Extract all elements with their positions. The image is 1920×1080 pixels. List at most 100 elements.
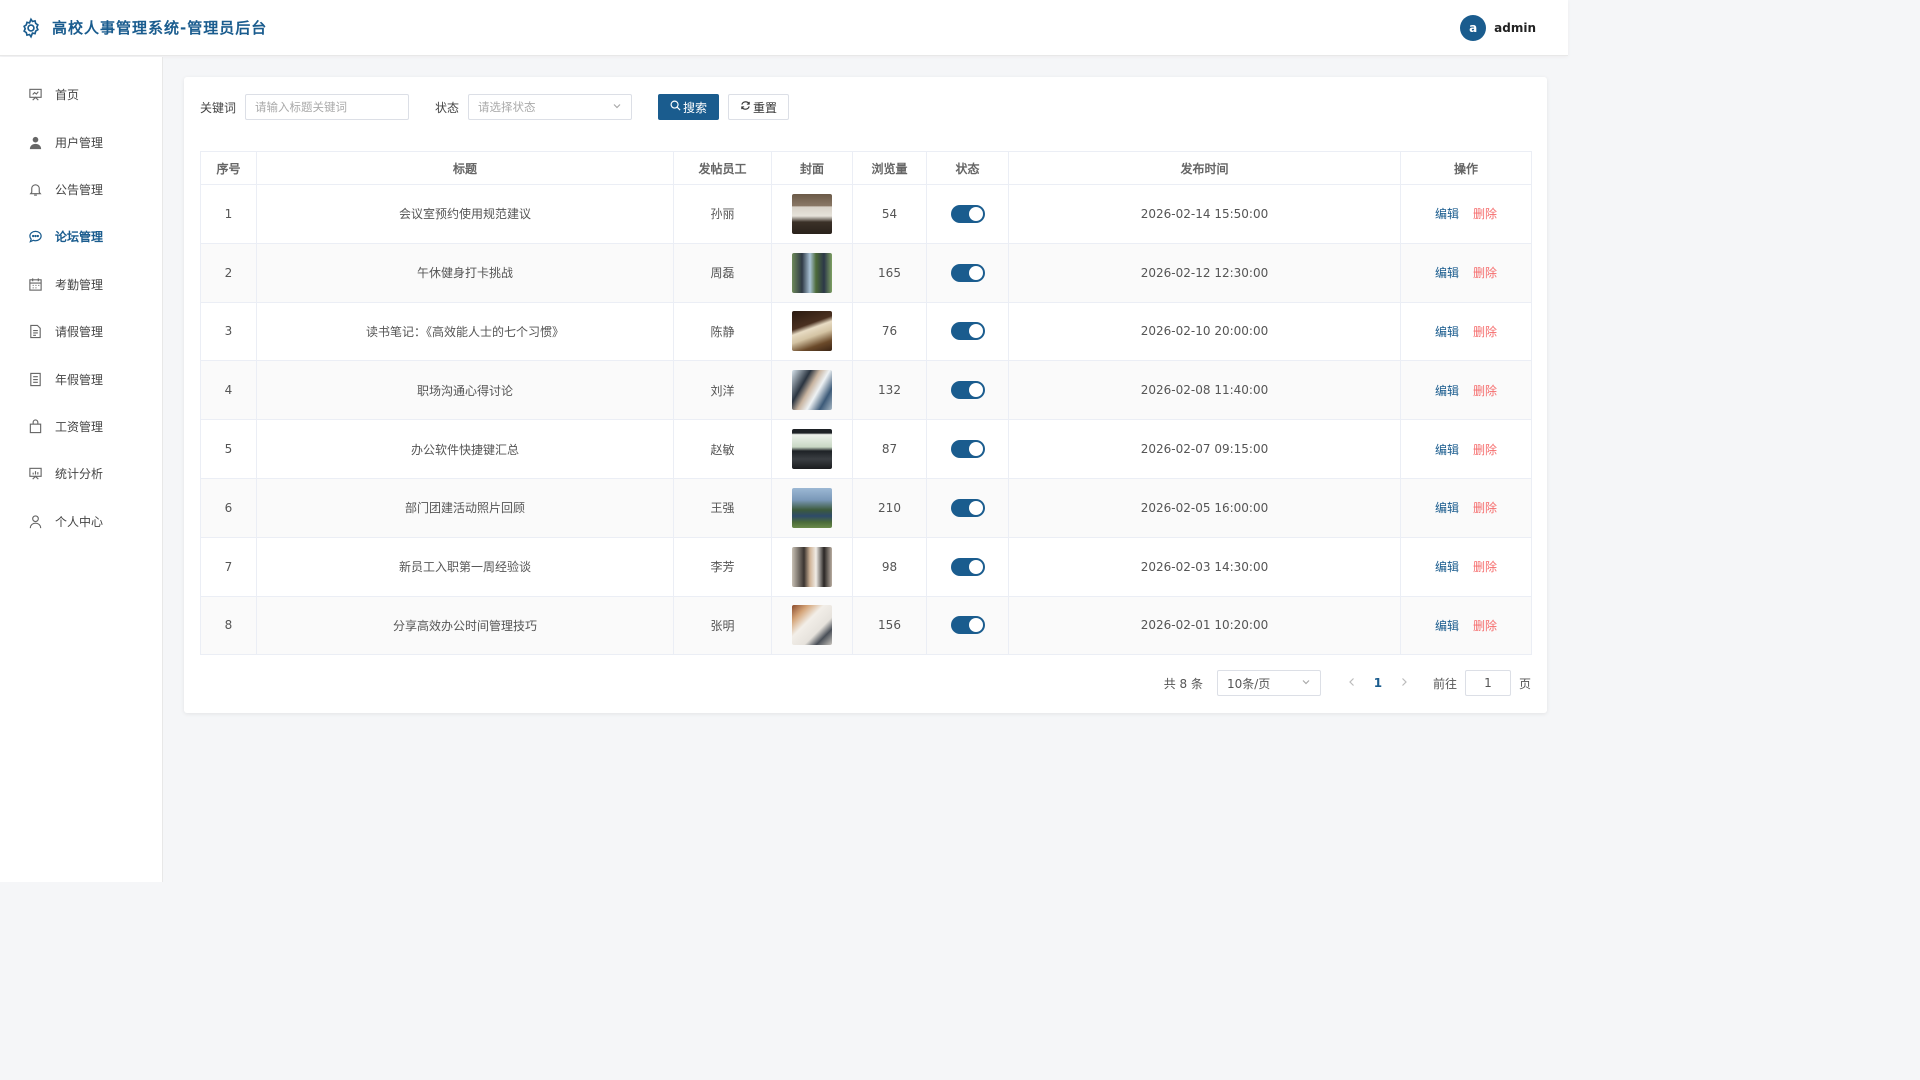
status-toggle[interactable] — [950, 263, 985, 282]
row-publish-time: 2026-02-08 11:40:00 — [1008, 360, 1401, 421]
column-header-publish-time: 发布时间 — [1008, 151, 1401, 185]
column-header-title: 标题 — [256, 151, 674, 185]
row-publish-time: 2026-02-14 15:50:00 — [1008, 184, 1401, 244]
status-toggle[interactable] — [950, 616, 985, 635]
row-status-cell — [926, 536, 1009, 597]
column-header-author: 发帖员工 — [673, 151, 772, 185]
edit-button[interactable]: 编辑 — [1435, 619, 1459, 633]
row-index: 1 — [200, 184, 257, 244]
status-toggle[interactable] — [950, 322, 985, 341]
sidebar-item-label: 年假管理 — [55, 372, 104, 387]
delete-button[interactable]: 删除 — [1473, 384, 1497, 398]
row-actions: 编辑 删除 — [1400, 301, 1532, 362]
person-icon — [28, 514, 43, 529]
sidebar-item-label: 用户管理 — [55, 135, 104, 150]
sidebar-item-leave[interactable]: 请假管理 — [0, 308, 162, 355]
user-name[interactable]: admin — [1494, 21, 1536, 35]
sidebar-item-label: 论坛管理 — [55, 230, 104, 245]
delete-button[interactable]: 删除 — [1473, 325, 1497, 339]
delete-button[interactable]: 删除 — [1473, 443, 1497, 457]
row-author: 陈静 — [673, 301, 772, 362]
row-actions: 编辑 删除 — [1400, 360, 1532, 421]
delete-button[interactable]: 删除 — [1473, 266, 1497, 280]
sidebar-item-statistics[interactable]: 统计分析 — [0, 450, 162, 497]
status-toggle[interactable] — [950, 557, 985, 576]
row-title: 午休健身打卡挑战 — [256, 242, 674, 303]
edit-button[interactable]: 编辑 — [1435, 443, 1459, 457]
page-size-select[interactable]: 10条/页 — [1216, 670, 1321, 696]
keyword-label: 关键词 — [200, 100, 237, 115]
row-title: 新员工入职第一周经验谈 — [256, 536, 674, 597]
sidebar-item-attendance[interactable]: 考勤管理 — [0, 261, 162, 308]
edit-button[interactable]: 编辑 — [1435, 560, 1459, 574]
filter-bar: 关键词 请输入标题关键词 状态 请选择状态 搜索 重置 — [200, 94, 790, 120]
cover-image[interactable] — [792, 311, 832, 352]
edit-button[interactable]: 编辑 — [1435, 207, 1459, 221]
status-toggle[interactable] — [950, 381, 985, 400]
row-title: 职场沟通心得讨论 — [256, 360, 674, 421]
sidebar-item-announcements[interactable]: 公告管理 — [0, 166, 162, 213]
cover-image[interactable] — [792, 429, 832, 470]
row-cover-cell — [771, 301, 853, 362]
delete-button[interactable]: 删除 — [1473, 207, 1497, 221]
delete-button[interactable]: 删除 — [1473, 619, 1497, 633]
forum-management-panel: 关键词 请输入标题关键词 状态 请选择状态 搜索 重置 序号 标题 发帖员工 封… — [184, 77, 1547, 713]
row-index: 6 — [200, 477, 257, 538]
cover-image[interactable] — [792, 605, 832, 646]
row-status-cell — [926, 242, 1009, 303]
next-page-icon[interactable] — [1391, 676, 1417, 690]
delete-button[interactable]: 删除 — [1473, 560, 1497, 574]
row-status-cell — [926, 477, 1009, 538]
edit-button[interactable]: 编辑 — [1435, 501, 1459, 515]
sidebar-item-label: 统计分析 — [55, 467, 104, 482]
table-row: 8 分享高效办公时间管理技巧 张明 156 2026-02-01 10:20:0… — [200, 595, 1532, 656]
keyword-input[interactable]: 请输入标题关键词 — [245, 94, 410, 120]
column-header-index: 序号 — [200, 151, 257, 185]
delete-button[interactable]: 删除 — [1473, 501, 1497, 515]
sidebar: 首页 用户管理 公告管理 论坛管理 考勤管理 请假管理 年假管理 工资管理 统计… — [0, 57, 163, 882]
sidebar-item-profile[interactable]: 个人中心 — [0, 498, 162, 545]
status-label: 状态 — [435, 100, 460, 115]
edit-button[interactable]: 编辑 — [1435, 325, 1459, 339]
row-index: 5 — [200, 419, 257, 479]
sidebar-item-forum[interactable]: 论坛管理 — [0, 213, 162, 260]
row-cover-cell — [771, 242, 853, 303]
status-select[interactable]: 请选择状态 — [468, 94, 633, 120]
row-index: 2 — [200, 242, 257, 303]
reset-button[interactable]: 重置 — [728, 94, 790, 120]
pagination: 共 8 条 10条/页 1 前往 1 页 — [1164, 670, 1531, 696]
row-actions: 编辑 删除 — [1400, 536, 1532, 597]
sidebar-item-annual-leave[interactable]: 年假管理 — [0, 355, 162, 402]
table-row: 4 职场沟通心得讨论 刘洋 132 2026-02-08 11:40:00 编辑… — [200, 360, 1532, 421]
edit-button[interactable]: 编辑 — [1435, 384, 1459, 398]
row-author: 李芳 — [673, 536, 772, 597]
cover-image[interactable] — [792, 546, 832, 587]
status-toggle[interactable] — [950, 498, 985, 517]
cover-image[interactable] — [792, 370, 832, 411]
row-author: 张明 — [673, 595, 772, 656]
status-toggle[interactable] — [950, 440, 985, 459]
sidebar-item-label: 个人中心 — [55, 514, 104, 529]
user-menu[interactable]: a admin — [1460, 15, 1536, 41]
cover-image[interactable] — [792, 487, 832, 528]
cover-image[interactable] — [792, 252, 832, 293]
row-actions: 编辑 删除 — [1400, 419, 1532, 479]
page-size-value: 10条/页 — [1226, 676, 1271, 691]
row-views: 98 — [852, 536, 927, 597]
calendar-icon — [28, 277, 43, 292]
avatar[interactable]: a — [1460, 15, 1487, 41]
table-row: 3 读书笔记：《高效能人士的七个习惯》 陈静 76 2026-02-10 20:… — [200, 301, 1532, 362]
row-cover-cell — [771, 536, 853, 597]
sidebar-item-home[interactable]: 首页 — [0, 71, 162, 118]
edit-button[interactable]: 编辑 — [1435, 266, 1459, 280]
row-index: 3 — [200, 301, 257, 362]
status-toggle[interactable] — [950, 204, 985, 223]
page-number-current[interactable]: 1 — [1365, 676, 1391, 690]
search-button[interactable]: 搜索 — [658, 94, 720, 120]
prev-page-icon[interactable] — [1339, 676, 1365, 690]
cover-image[interactable] — [792, 193, 832, 234]
goto-page-input[interactable]: 1 — [1464, 670, 1511, 696]
row-views: 210 — [852, 477, 927, 538]
sidebar-item-users[interactable]: 用户管理 — [0, 118, 162, 165]
sidebar-item-salary[interactable]: 工资管理 — [0, 403, 162, 450]
